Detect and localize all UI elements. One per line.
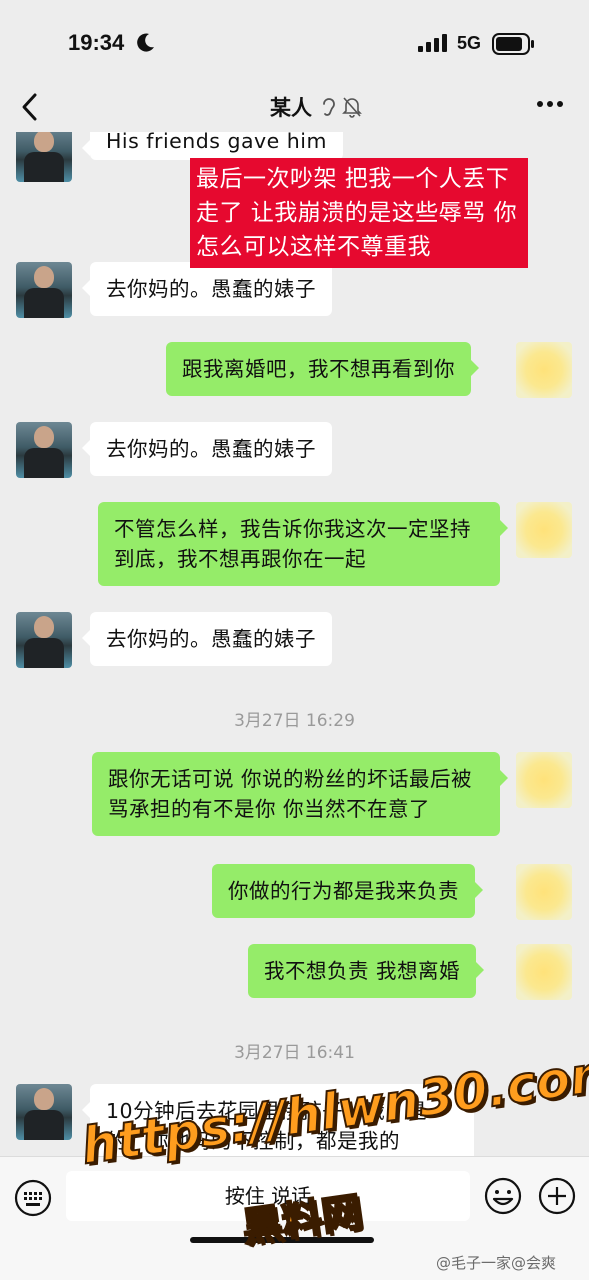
earpiece-icon [323,98,335,116]
self-avatar[interactable] [516,752,572,808]
contact-avatar[interactable] [16,1084,72,1140]
chat-header: 某人 [0,80,589,132]
contact-avatar[interactable] [16,612,72,668]
message-bubble-incoming[interactable]: 去你妈的。愚蠢的婊子 [82,612,332,666]
self-avatar[interactable] [516,342,572,398]
weibo-credit: @毛子一家@会爽 [436,1254,557,1272]
battery-icon [492,33,534,55]
mute-bell-icon [342,97,362,118]
message-bubble-outgoing[interactable]: 你做的行为都是我来负责 [212,864,483,918]
caption-overlay: 最后一次吵架 把我一个人丢下走了 让我崩溃的是这些辱骂 你怎么可以这样不尊重我 [190,158,528,268]
more-dots-icon[interactable] [536,100,564,108]
message-bubble-incoming[interactable]: 去你妈的。愚蠢的婊子 [82,262,332,316]
network-type: 5G [457,33,482,53]
message-bubble-incoming[interactable]: 去你妈的。愚蠢的婊子 [82,422,332,476]
message-bubble-outgoing[interactable]: 跟你无话可说 你说的粉丝的坏话最后被骂承担的有不是你 你当然不在意了 [92,752,508,836]
timestamp: 3月27日 16:29 [234,711,355,731]
contact-avatar[interactable] [16,422,72,478]
contact-name: 某人 [270,96,312,120]
message-bubble-outgoing[interactable]: 不管怎么样，我告诉你我这次一定坚持到底，我不想再跟你在一起 [98,502,508,586]
self-avatar[interactable] [516,944,572,1000]
message-bubble-outgoing[interactable]: 我不想负责 我想离婚 [248,944,485,998]
contact-avatar[interactable] [16,262,72,318]
message-list[interactable]: His friends gave him 最后一次吵架 把我一个人丢下走了 让我… [0,132,589,1156]
keyboard-voice-icon[interactable] [14,1179,52,1217]
self-avatar[interactable] [516,864,572,920]
contact-avatar[interactable] [16,132,72,182]
message-bubble-outgoing[interactable]: 跟我离婚吧，我不想再看到你 [166,342,479,396]
emoji-icon[interactable] [484,1177,522,1215]
signal-icon [418,34,447,52]
status-time: 19:34 [68,30,125,55]
chevron-left-icon[interactable] [20,92,40,122]
status-bar: 19:34 5G [0,0,589,80]
message-bubble-incoming[interactable]: His friends gave him [82,132,343,160]
plus-icon[interactable] [538,1177,576,1215]
self-avatar[interactable] [516,502,572,558]
moon-icon [137,33,154,52]
